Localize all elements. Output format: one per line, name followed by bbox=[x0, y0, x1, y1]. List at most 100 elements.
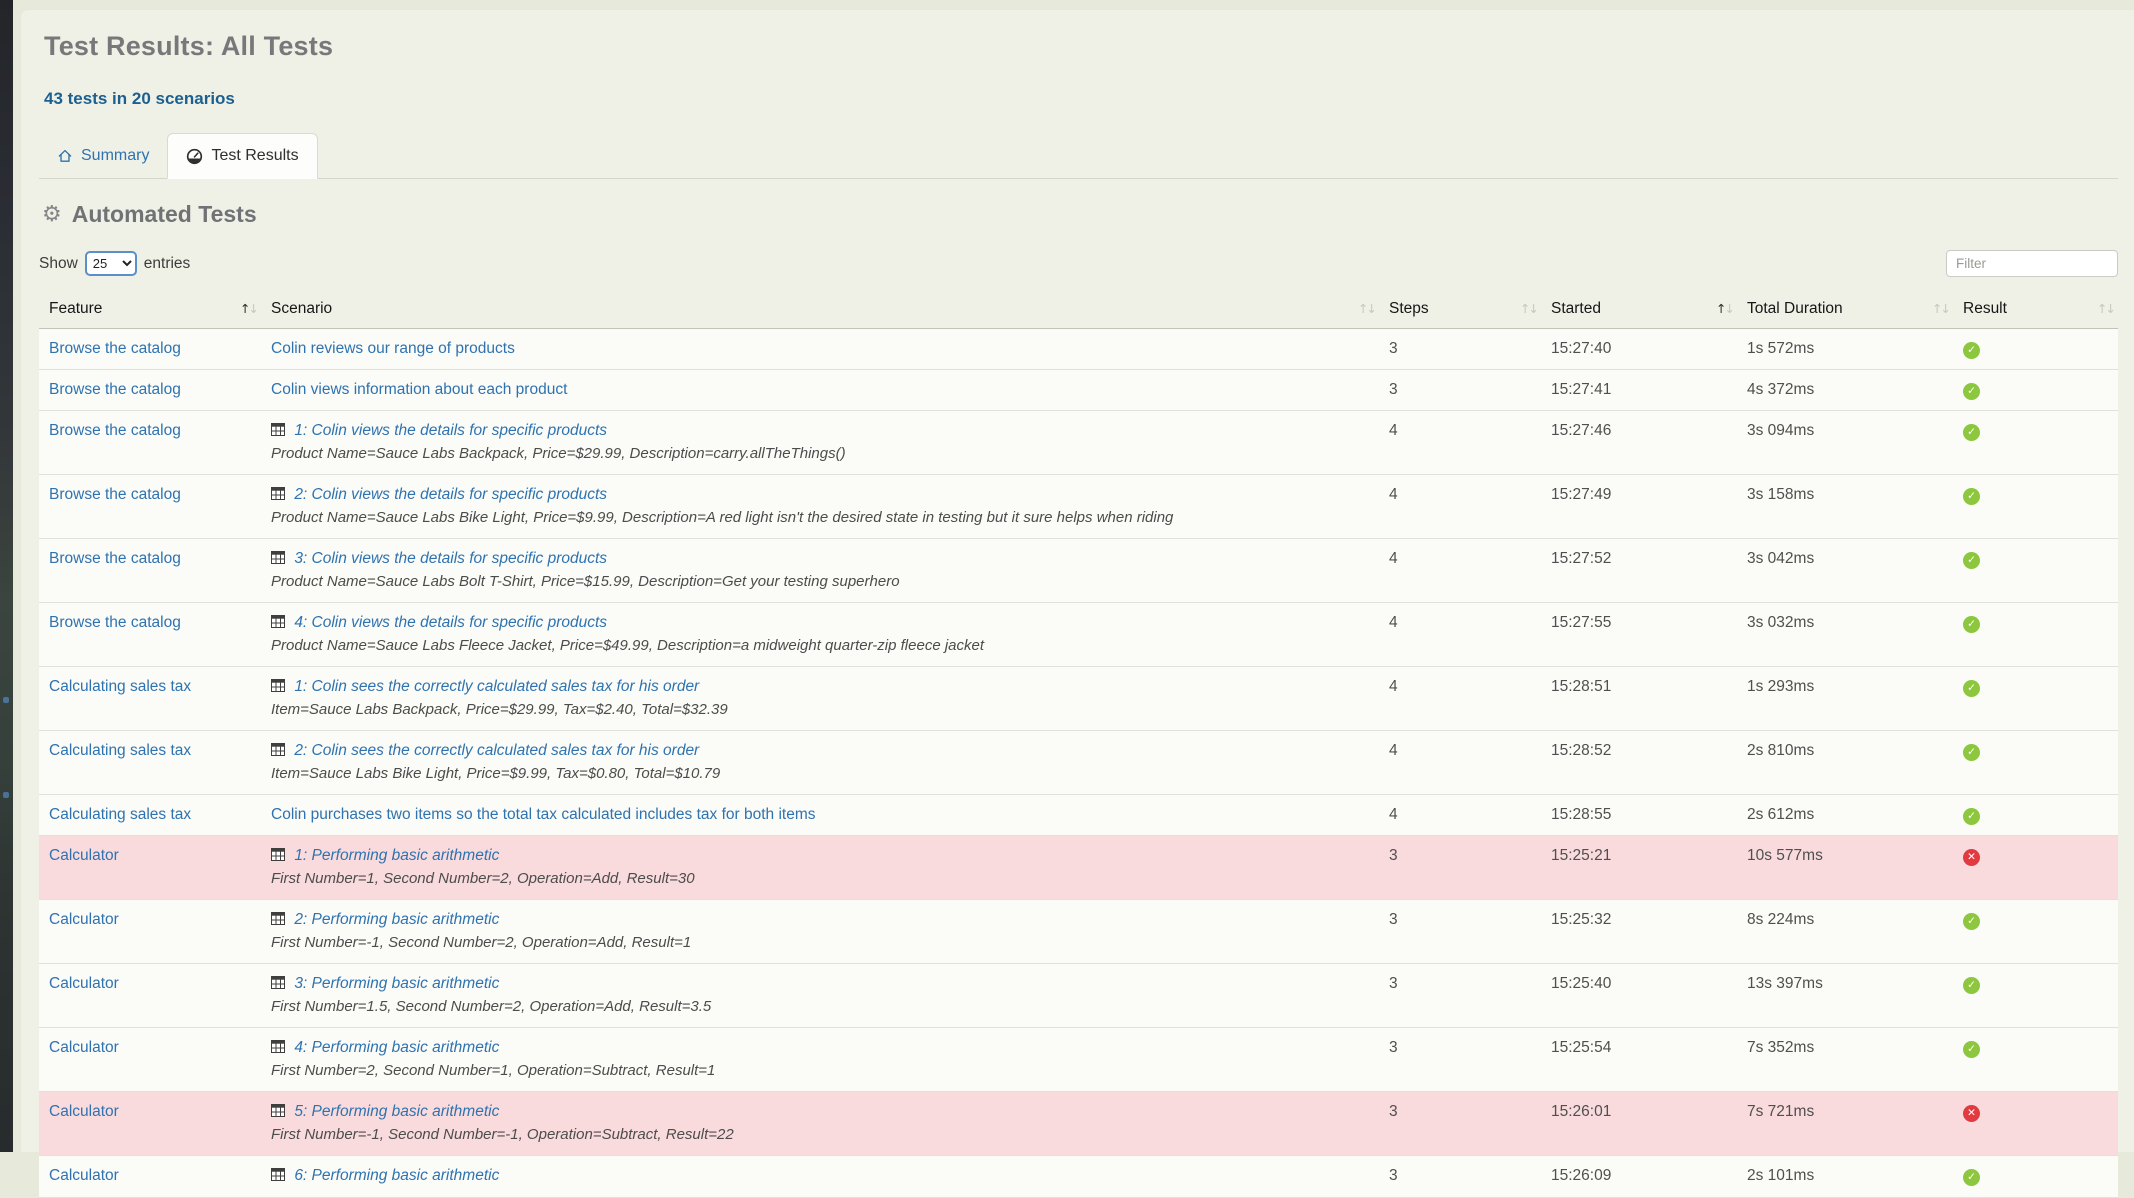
page-size-control: Show 25 entries bbox=[39, 251, 190, 276]
result-badge bbox=[1963, 680, 1980, 697]
scenario-link[interactable]: 6: Performing basic arithmetic bbox=[294, 1167, 499, 1184]
scenario-link[interactable]: 2: Performing basic arithmetic bbox=[294, 911, 499, 928]
feature-cell: Calculator bbox=[39, 900, 261, 964]
feature-link[interactable]: Browse the catalog bbox=[49, 614, 181, 631]
scenario-link[interactable]: 1: Performing basic arithmetic bbox=[294, 847, 499, 864]
examples-table-icon bbox=[271, 1102, 285, 1123]
scenario-parameters: Item=Sauce Labs Bike Light, Price=$9.99,… bbox=[271, 764, 1367, 784]
started-value: 15:27:46 bbox=[1541, 411, 1737, 475]
started-value: 15:25:32 bbox=[1541, 900, 1737, 964]
sort-icon: ↑↓ bbox=[2097, 301, 2114, 316]
scenario-link[interactable]: Colin reviews our range of products bbox=[271, 340, 515, 357]
feature-link[interactable]: Calculating sales tax bbox=[49, 742, 191, 759]
column-header[interactable]: Total Duration ↑↓ bbox=[1737, 292, 1953, 329]
duration-value: 2s 612ms bbox=[1737, 795, 1953, 836]
feature-cell: Calculator bbox=[39, 1156, 261, 1198]
duration-value: 7s 352ms bbox=[1737, 1028, 1953, 1092]
scenario-parameters: First Number=1, Second Number=2, Operati… bbox=[271, 869, 1367, 889]
tab-summary-label: Summary bbox=[81, 147, 149, 165]
scenario-link[interactable]: 2: Colin views the details for specific … bbox=[294, 486, 607, 503]
duration-value: 3s 032ms bbox=[1737, 603, 1953, 667]
result-cell bbox=[1953, 603, 2118, 667]
result-badge bbox=[1963, 424, 1980, 441]
feature-cell: Browse the catalog bbox=[39, 370, 261, 411]
feature-link[interactable]: Calculator bbox=[49, 847, 119, 864]
scenario-link[interactable]: 5: Performing basic arithmetic bbox=[294, 1103, 499, 1120]
scenario-link[interactable]: 3: Performing basic arithmetic bbox=[294, 975, 499, 992]
feature-link[interactable]: Browse the catalog bbox=[49, 381, 181, 398]
tab-summary[interactable]: Summary bbox=[39, 133, 167, 178]
scenario-link[interactable]: 4: Performing basic arithmetic bbox=[294, 1039, 499, 1056]
scenario-link[interactable]: Colin views information about each produ… bbox=[271, 381, 567, 398]
entries-label: entries bbox=[144, 255, 191, 273]
scenario-link[interactable]: 1: Colin views the details for specific … bbox=[294, 422, 607, 439]
started-value: 15:28:52 bbox=[1541, 731, 1737, 795]
feature-link[interactable]: Browse the catalog bbox=[49, 550, 181, 567]
started-value: 15:25:40 bbox=[1541, 964, 1737, 1028]
report-panel: Test Results: All Tests 43 tests in 20 s… bbox=[20, 9, 2134, 1152]
started-value: 15:27:40 bbox=[1541, 329, 1737, 370]
started-value: 15:27:52 bbox=[1541, 539, 1737, 603]
tab-bar: Summary Test Results bbox=[39, 133, 2118, 179]
steps-value: 4 bbox=[1379, 539, 1541, 603]
feature-link[interactable]: Calculator bbox=[49, 1103, 119, 1120]
column-header[interactable]: Result ↑↓ bbox=[1953, 292, 2118, 329]
feature-link[interactable]: Calculating sales tax bbox=[49, 806, 191, 823]
feature-cell: Calculating sales tax bbox=[39, 667, 261, 731]
column-header[interactable]: Scenario ↑↓ bbox=[261, 292, 1379, 329]
table-row: Browse the catalog 4: Colin views the de… bbox=[39, 603, 2118, 667]
steps-value: 3 bbox=[1379, 1092, 1541, 1156]
result-badge bbox=[1963, 342, 1980, 359]
sort-icon: ↑↓ bbox=[1716, 301, 1733, 316]
column-header[interactable]: Feature ↑↓ bbox=[39, 292, 261, 329]
scenario-link[interactable]: 2: Colin sees the correctly calculated s… bbox=[294, 742, 699, 759]
result-cell bbox=[1953, 1092, 2118, 1156]
scenario-link[interactable]: 4: Colin views the details for specific … bbox=[294, 614, 607, 631]
gear-icon: ⚙ bbox=[42, 204, 62, 226]
tab-test-results[interactable]: Test Results bbox=[167, 133, 317, 179]
examples-table-icon bbox=[271, 613, 285, 634]
column-header-label: Feature bbox=[49, 300, 102, 317]
scenario-cell: 3: Colin views the details for specific … bbox=[261, 539, 1379, 603]
scenario-link[interactable]: Colin purchases two items so the total t… bbox=[271, 806, 816, 823]
background-speck bbox=[3, 697, 9, 703]
page-size-select[interactable]: 25 bbox=[85, 251, 137, 276]
scenario-cell: Colin views information about each produ… bbox=[261, 370, 1379, 411]
feature-link[interactable]: Browse the catalog bbox=[49, 422, 181, 439]
feature-link[interactable]: Calculator bbox=[49, 1039, 119, 1056]
result-cell bbox=[1953, 475, 2118, 539]
table-row: Browse the catalog 3: Colin views the de… bbox=[39, 539, 2118, 603]
feature-link[interactable]: Calculator bbox=[49, 1167, 119, 1184]
started-value: 15:26:09 bbox=[1541, 1156, 1737, 1198]
feature-link[interactable]: Browse the catalog bbox=[49, 486, 181, 503]
result-cell bbox=[1953, 900, 2118, 964]
started-value: 15:28:51 bbox=[1541, 667, 1737, 731]
feature-cell: Calculator bbox=[39, 1028, 261, 1092]
duration-value: 3s 158ms bbox=[1737, 475, 1953, 539]
scenario-cell: 2: Performing basic arithmetic First Num… bbox=[261, 900, 1379, 964]
gauge-icon bbox=[186, 148, 203, 165]
result-cell bbox=[1953, 667, 2118, 731]
examples-table-icon bbox=[271, 421, 285, 442]
column-header[interactable]: Steps ↑↓ bbox=[1379, 292, 1541, 329]
scenario-link[interactable]: 1: Colin sees the correctly calculated s… bbox=[294, 678, 699, 695]
filter-input[interactable] bbox=[1946, 250, 2118, 277]
scenario-parameters: First Number=1.5, Second Number=2, Opera… bbox=[271, 997, 1367, 1017]
scenario-link[interactable]: 3: Colin views the details for specific … bbox=[294, 550, 607, 567]
scenario-cell: 1: Colin views the details for specific … bbox=[261, 411, 1379, 475]
feature-link[interactable]: Calculator bbox=[49, 975, 119, 992]
feature-link[interactable]: Browse the catalog bbox=[49, 340, 181, 357]
table-row: Calculator 3: Performing basic arithmeti… bbox=[39, 964, 2118, 1028]
column-header[interactable]: Started ↑↓ bbox=[1541, 292, 1737, 329]
duration-value: 4s 372ms bbox=[1737, 370, 1953, 411]
started-value: 15:25:54 bbox=[1541, 1028, 1737, 1092]
column-header-label: Total Duration bbox=[1747, 300, 1843, 317]
steps-value: 3 bbox=[1379, 964, 1541, 1028]
table-row: Browse the catalog Colin views informati… bbox=[39, 370, 2118, 411]
feature-link[interactable]: Calculator bbox=[49, 911, 119, 928]
result-badge bbox=[1963, 383, 1980, 400]
started-value: 15:25:21 bbox=[1541, 836, 1737, 900]
table-row: Browse the catalog Colin reviews our ran… bbox=[39, 329, 2118, 370]
steps-value: 4 bbox=[1379, 667, 1541, 731]
feature-link[interactable]: Calculating sales tax bbox=[49, 678, 191, 695]
